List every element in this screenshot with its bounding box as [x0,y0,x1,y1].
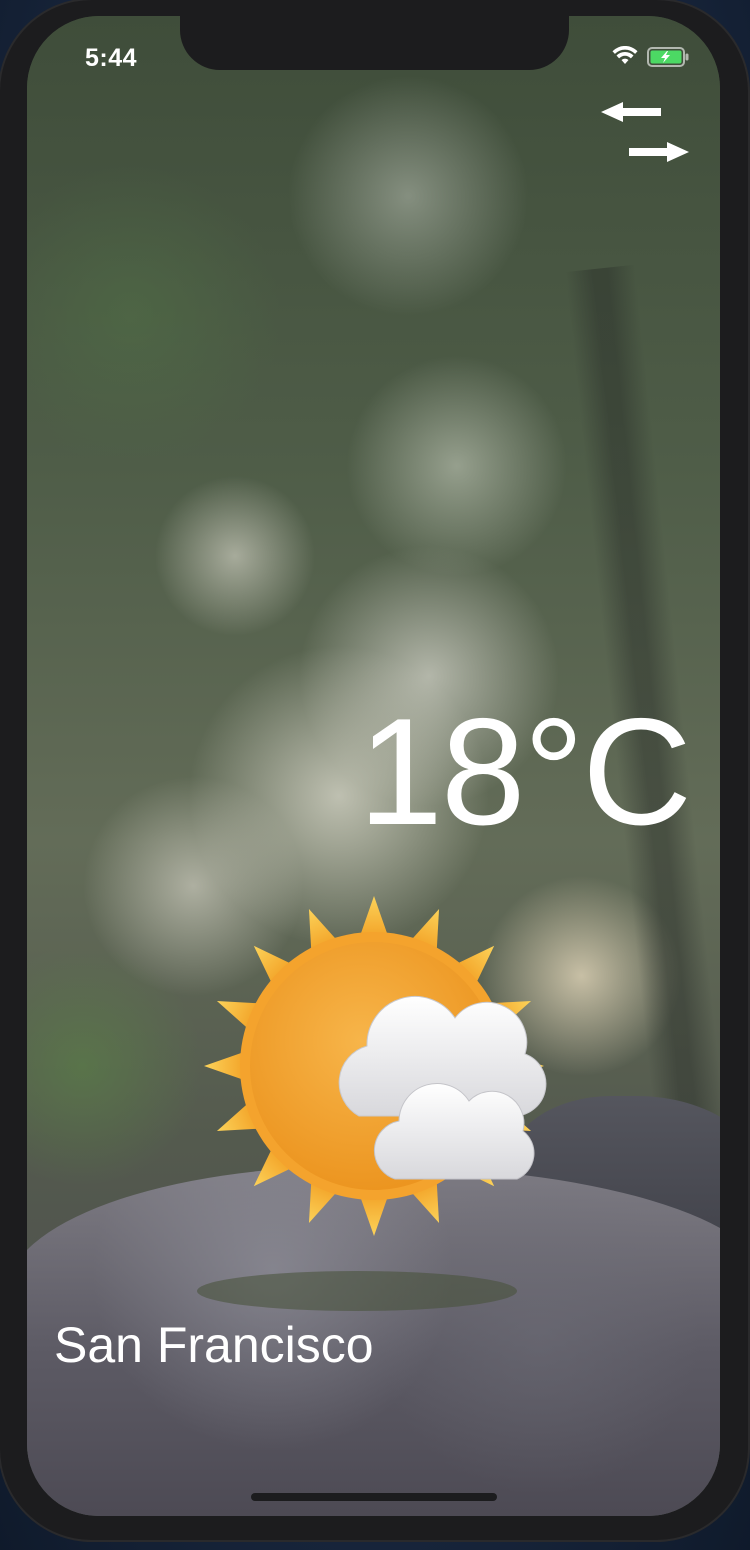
home-indicator[interactable] [251,1493,497,1501]
wifi-icon [612,46,638,64]
sun-behind-clouds-icon [204,896,547,1236]
swap-arrows-icon[interactable] [601,102,689,162]
temperature-label: 18°C [358,687,692,857]
city-label: San Francisco [54,1317,374,1373]
app-screen: 5:44 18°C San Francisco [27,16,720,1516]
phone-frame: 5:44 18°C San Francisco [0,0,748,1540]
notch [180,16,569,70]
status-time: 5:44 [85,44,138,72]
battery-charging-icon [647,47,689,67]
moss [197,1271,517,1311]
